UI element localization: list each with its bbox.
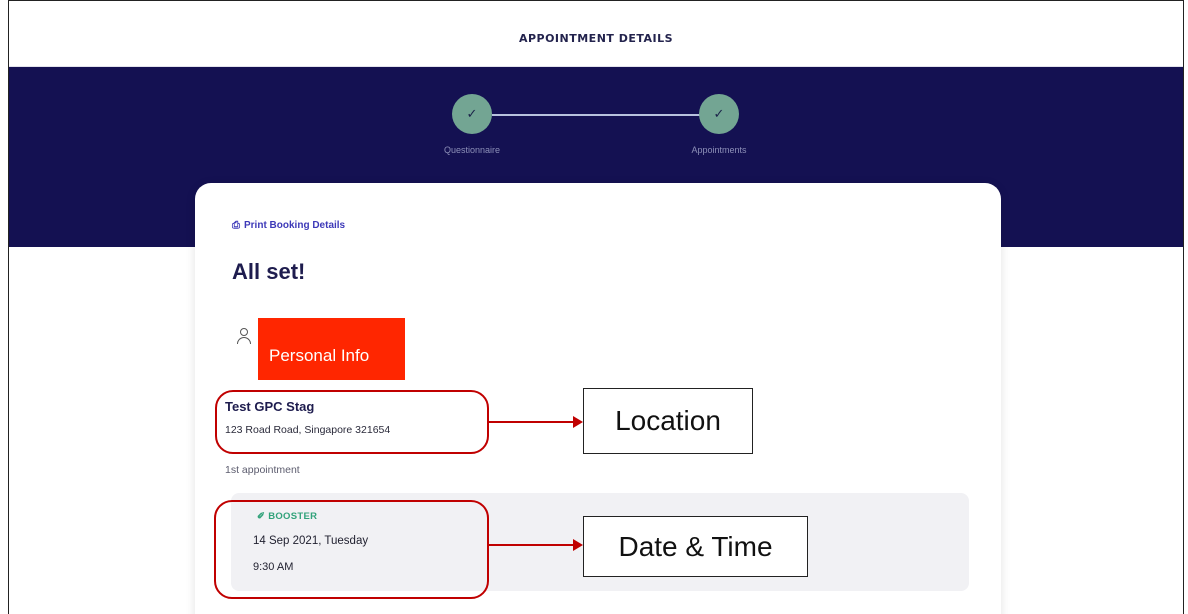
personal-info-label: Personal Info — [269, 346, 370, 365]
datetime-arrow — [489, 544, 575, 546]
top-bar: APPOINTMENT DETAILS — [9, 1, 1183, 67]
printer-icon: ⎙ — [232, 220, 240, 231]
stepper-connector — [492, 114, 718, 116]
location-callout: Location — [583, 388, 753, 454]
check-icon: ✓ — [699, 94, 739, 134]
location-arrowhead — [573, 416, 583, 428]
step-label-appointments: Appointments — [691, 145, 747, 155]
print-booking-link[interactable]: ⎙ Print Booking Details — [232, 220, 345, 231]
datetime-callout: Date & Time — [583, 516, 808, 577]
confirmation-title: All set! — [232, 259, 306, 284]
page-title: APPOINTMENT DETAILS — [518, 32, 674, 45]
check-icon: ✓ — [452, 94, 492, 134]
user-icon — [237, 328, 251, 344]
location-arrow — [489, 421, 575, 423]
appointment-heading: 1st appointment — [225, 464, 300, 476]
datetime-highlight — [214, 500, 489, 599]
personal-info-redaction: Personal Info — [258, 318, 405, 380]
datetime-arrowhead — [573, 539, 583, 551]
print-link-label: Print Booking Details — [244, 220, 346, 231]
location-highlight — [215, 390, 489, 454]
step-label-questionnaire: Questionnaire — [443, 145, 501, 155]
